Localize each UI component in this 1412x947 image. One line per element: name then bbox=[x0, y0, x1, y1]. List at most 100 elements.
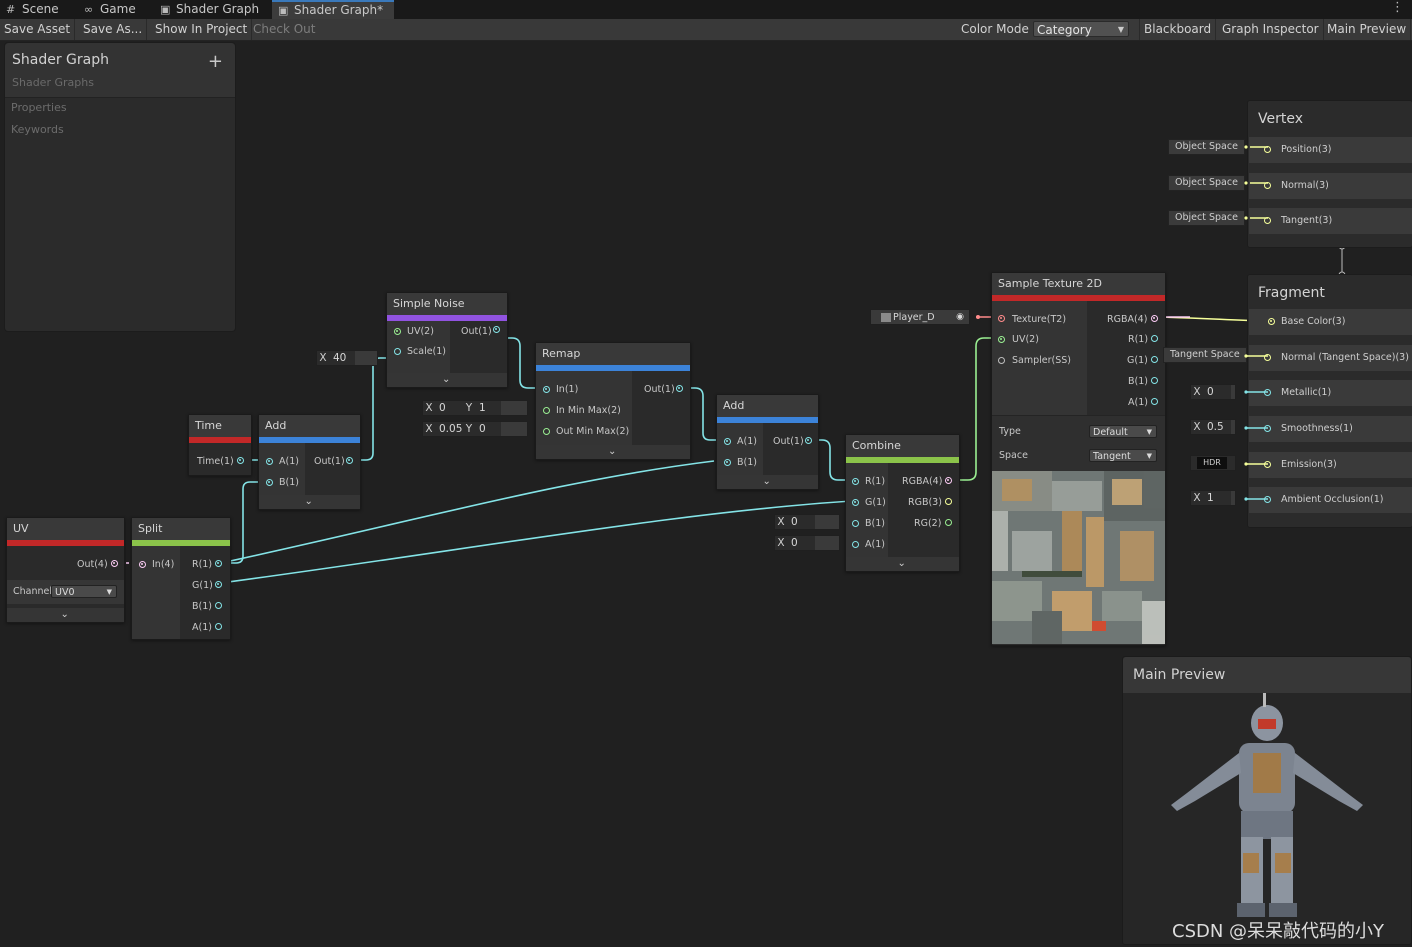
node-title[interactable]: Add bbox=[259, 415, 360, 437]
b-output-port[interactable] bbox=[215, 602, 222, 609]
value: Tangent bbox=[1093, 451, 1131, 462]
vertex-position-block[interactable]: Position(3) bbox=[1249, 137, 1412, 163]
uv-input-port[interactable] bbox=[998, 336, 1005, 343]
r-output-port[interactable] bbox=[215, 560, 222, 567]
a-input-port[interactable] bbox=[852, 541, 859, 548]
expand-toggle[interactable]: ⌄ bbox=[536, 445, 690, 459]
ambient-occlusion-block[interactable]: Ambient Occlusion(1) bbox=[1249, 487, 1412, 513]
b-input-port[interactable] bbox=[852, 520, 859, 527]
simple-noise-node[interactable]: Simple Noise UV(2) Scale(1) Out(1) ⌄ bbox=[386, 292, 508, 388]
dropdown-arrow-icon: ▼ bbox=[1146, 452, 1152, 460]
out-output-port[interactable] bbox=[805, 437, 812, 444]
node-title[interactable]: Remap bbox=[536, 343, 690, 365]
expand-toggle[interactable]: ⌄ bbox=[259, 495, 360, 509]
g-output-port[interactable] bbox=[215, 581, 222, 588]
object-picker-icon[interactable]: ◉ bbox=[956, 310, 964, 324]
base-color-port[interactable] bbox=[1268, 318, 1275, 325]
dropdown-arrow-icon: ▼ bbox=[106, 588, 112, 596]
out-output-port[interactable] bbox=[346, 457, 353, 464]
remap-in-min-max-field[interactable]: X0Y1 bbox=[422, 400, 528, 416]
in-input-port[interactable] bbox=[543, 386, 550, 393]
smoothness-block[interactable]: Smoothness(1) bbox=[1249, 416, 1412, 442]
type-select[interactable]: Default ▼ bbox=[1089, 425, 1157, 438]
out-output-port[interactable] bbox=[493, 326, 500, 333]
main-preview-title[interactable]: Main Preview bbox=[1123, 657, 1411, 693]
texture-asset-field[interactable]: Player_D ◉ bbox=[870, 309, 970, 325]
uv-node[interactable]: UV Out(4) Channel UV0 ▼ ⌄ bbox=[6, 517, 125, 623]
sample-texture-2d-node[interactable]: Sample Texture 2D Texture(T2) UV(2) Samp… bbox=[991, 272, 1166, 646]
a-input-port[interactable] bbox=[724, 438, 731, 445]
expand-toggle[interactable]: ⌄ bbox=[387, 373, 507, 387]
vertex-tangent-block[interactable]: Tangent(3) bbox=[1249, 208, 1412, 234]
rgb-output-port[interactable] bbox=[945, 498, 952, 505]
vertex-context[interactable]: Vertex Position(3) Normal(3) Tangent(3) bbox=[1247, 100, 1412, 248]
emission-color-field[interactable]: HDR bbox=[1190, 455, 1236, 471]
chevron-down-icon: ⌄ bbox=[608, 446, 617, 457]
block-label: Base Color(3) bbox=[1281, 316, 1346, 327]
b-input-port[interactable] bbox=[724, 459, 731, 466]
uv-input-port[interactable] bbox=[394, 328, 401, 335]
port-label: UV(2) bbox=[407, 326, 434, 337]
sampler-input-port[interactable] bbox=[998, 357, 1005, 364]
chevron-down-icon: ⌄ bbox=[762, 476, 771, 487]
node-title[interactable]: UV bbox=[7, 518, 124, 540]
add-node[interactable]: Add A(1) B(1) Out(1) ⌄ bbox=[716, 394, 819, 490]
g-input-port[interactable] bbox=[852, 499, 859, 506]
scale-input-port[interactable] bbox=[394, 348, 401, 355]
texture-input-port[interactable] bbox=[998, 315, 1005, 322]
time-output-port[interactable] bbox=[237, 457, 244, 464]
in-input-port[interactable] bbox=[139, 561, 146, 568]
g-output-port[interactable] bbox=[1151, 356, 1158, 363]
metallic-block[interactable]: Metallic(1) bbox=[1249, 380, 1412, 406]
x-label: X bbox=[317, 351, 329, 365]
out-min-max-port[interactable] bbox=[543, 428, 550, 435]
node-title[interactable]: Sample Texture 2D bbox=[992, 273, 1165, 295]
b-input-port[interactable] bbox=[266, 479, 273, 486]
combine-b-field[interactable]: X0 bbox=[774, 514, 840, 530]
channel-select[interactable]: UV0 ▼ bbox=[51, 585, 117, 598]
expand-toggle[interactable]: ⌄ bbox=[846, 557, 959, 571]
expand-toggle[interactable]: ⌄ bbox=[7, 608, 124, 622]
character-preview[interactable] bbox=[1123, 693, 1411, 943]
combine-a-field[interactable]: X0 bbox=[774, 535, 840, 551]
rgba-output-port[interactable] bbox=[945, 477, 952, 484]
node-title[interactable]: Simple Noise bbox=[387, 293, 507, 315]
rg-output-port[interactable] bbox=[945, 519, 952, 526]
r-output-port[interactable] bbox=[1151, 335, 1158, 342]
main-preview-panel[interactable]: Main Preview bbox=[1122, 656, 1412, 945]
expand-toggle[interactable]: ⌄ bbox=[717, 475, 818, 489]
x-label: X bbox=[775, 536, 787, 550]
type-label: Type bbox=[999, 426, 1021, 437]
remap-out-min-max-field[interactable]: X 0.05 Y 0 bbox=[422, 421, 528, 437]
node-title[interactable]: Combine bbox=[846, 435, 959, 457]
node-title[interactable]: Split bbox=[132, 518, 230, 540]
metallic-field[interactable]: X0 bbox=[1190, 384, 1236, 400]
out-output-port[interactable] bbox=[111, 560, 118, 567]
ao-field[interactable]: X1 bbox=[1190, 490, 1236, 506]
a-output-port[interactable] bbox=[1151, 398, 1158, 405]
r-input-port[interactable] bbox=[852, 478, 859, 485]
rgba-output-port[interactable] bbox=[1151, 315, 1158, 322]
space-select[interactable]: Tangent ▼ bbox=[1089, 449, 1157, 462]
port-label: Out(1) bbox=[314, 456, 345, 467]
remap-node[interactable]: Remap In(1) In Min Max(2) Out Min Max(2)… bbox=[535, 342, 691, 460]
base-color-block[interactable]: Base Color(3) bbox=[1249, 309, 1412, 335]
b-output-port[interactable] bbox=[1151, 377, 1158, 384]
out-output-port[interactable] bbox=[676, 385, 683, 392]
split-node[interactable]: Split In(4) R(1) G(1) B(1) A(1) bbox=[131, 517, 231, 640]
vertex-normal-block[interactable]: Normal(3) bbox=[1249, 173, 1412, 199]
port-label: In(1) bbox=[556, 384, 579, 395]
add-node[interactable]: Add A(1) B(1) Out(1) ⌄ bbox=[258, 414, 361, 510]
time-node[interactable]: Time Time(1) bbox=[188, 414, 252, 476]
noise-scale-field[interactable]: X 40 bbox=[316, 350, 378, 366]
node-title[interactable]: Add bbox=[717, 395, 818, 417]
node-title[interactable]: Time bbox=[189, 415, 251, 437]
smoothness-field[interactable]: X 0.5 bbox=[1190, 419, 1236, 435]
port-label: R(1) bbox=[865, 476, 886, 487]
a-output-port[interactable] bbox=[215, 623, 222, 630]
normal-block[interactable]: Normal (Tangent Space)(3) bbox=[1249, 345, 1412, 371]
emission-block[interactable]: Emission(3) bbox=[1249, 452, 1412, 478]
in-min-max-port[interactable] bbox=[543, 407, 550, 414]
a-input-port[interactable] bbox=[266, 458, 273, 465]
combine-node[interactable]: Combine R(1) G(1) B(1) A(1) RGBA(4) RGB(… bbox=[845, 434, 960, 572]
